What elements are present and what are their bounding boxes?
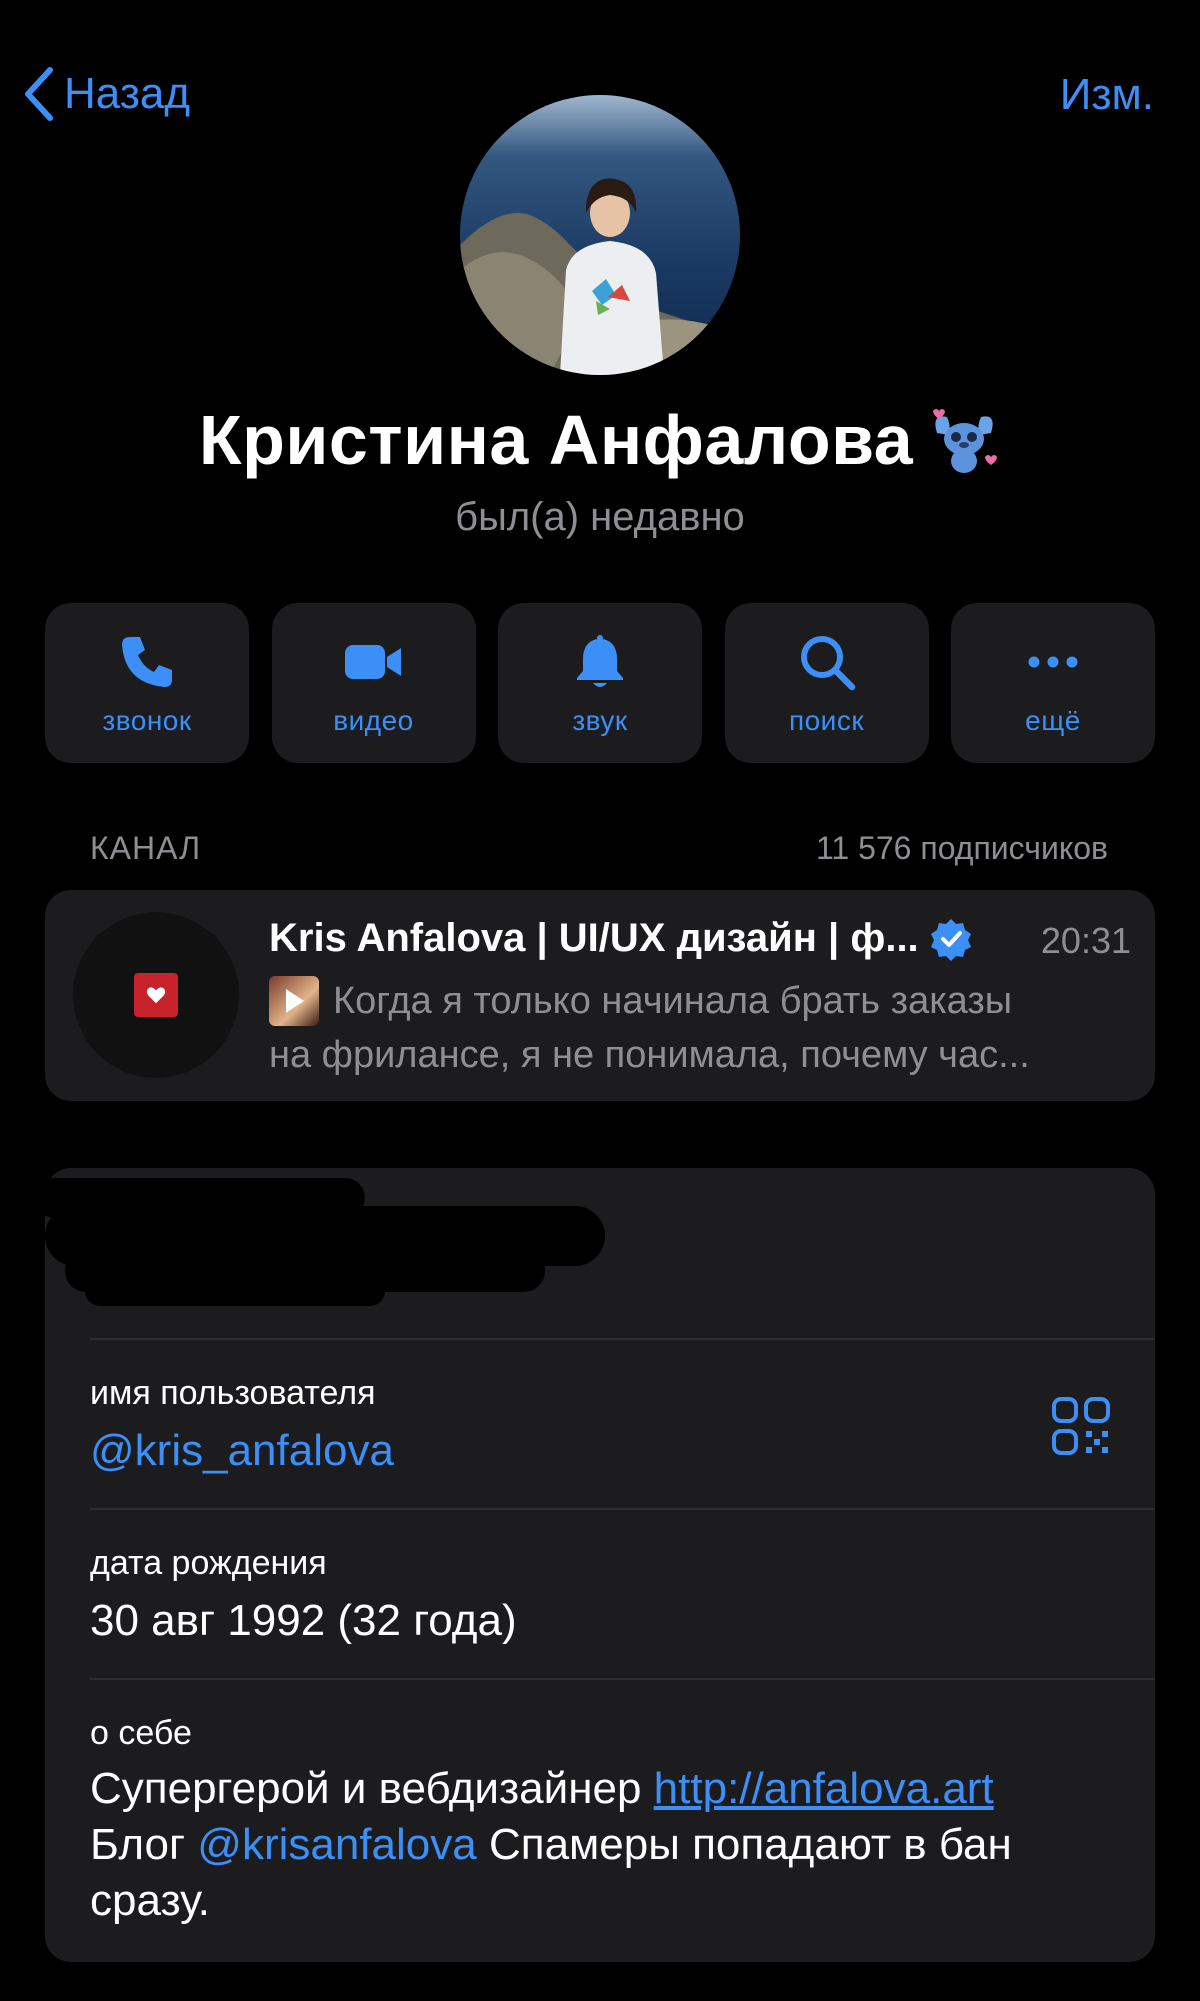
channel-avatar	[73, 912, 239, 1078]
channel-card[interactable]: Kris Anfalova | UI/UX дизайн | ф... 20:3…	[45, 890, 1155, 1101]
phone-icon	[122, 637, 172, 687]
birthday-label: дата рождения	[90, 1544, 327, 1582]
sound-button[interactable]: звук	[498, 603, 702, 763]
back-button[interactable]: Назад	[20, 62, 190, 126]
more-button[interactable]: ещё	[951, 603, 1155, 763]
search-icon	[800, 636, 855, 691]
channel-section-label: КАНАЛ	[90, 830, 202, 866]
divider	[90, 1338, 1155, 1340]
channel-subscribers: 11 576 подписчиков	[815, 830, 1108, 866]
video-button[interactable]: видео	[271, 603, 476, 763]
more-label: ещё	[1025, 705, 1081, 736]
website-link[interactable]: http://anfalova.art	[654, 1764, 994, 1813]
more-icon	[1028, 656, 1078, 668]
username-label: имя пользователя	[90, 1374, 376, 1412]
channel-last-message: Когда я только начинала брать заказы на …	[269, 974, 1129, 1082]
profile-avatar[interactable]	[460, 95, 740, 375]
about-text-part: Блог	[90, 1820, 198, 1869]
video-label: видео	[333, 705, 414, 736]
channel-title: Kris Anfalova | UI/UX дизайн | ф...	[269, 916, 919, 960]
message-thumbnail	[269, 976, 319, 1026]
birthday-value: 30 авг 1992 (32 года)	[90, 1596, 517, 1645]
about-text-part: Супергерой и вебдизайнер	[90, 1764, 654, 1813]
profile-name-row: Кристина Анфалова	[0, 400, 1200, 480]
channel-message-line2: на фрилансе, я не понимала, почему час..…	[269, 1034, 1030, 1076]
search-label: поиск	[788, 705, 865, 736]
heart-logo-icon	[134, 973, 178, 1017]
search-button[interactable]: поиск	[724, 603, 929, 763]
about-label: о себе	[90, 1714, 192, 1752]
verified-badge-icon	[930, 918, 971, 961]
qr-code-icon[interactable]	[1051, 1396, 1111, 1456]
back-label: Назад	[64, 69, 191, 118]
info-card: имя пользователя @kris_anfalova дата рож…	[45, 1168, 1155, 1962]
sound-label: звук	[572, 705, 628, 736]
profile-status: был(а) недавно	[455, 495, 745, 539]
username-value[interactable]: @kris_anfalova	[90, 1426, 394, 1476]
divider	[90, 1508, 1155, 1510]
redacted-region	[85, 1276, 385, 1306]
chevron-left-icon	[25, 67, 53, 121]
divider	[90, 1678, 1155, 1680]
play-icon	[286, 989, 304, 1013]
channel-time: 20:31	[1040, 920, 1131, 961]
mention-link[interactable]: @krisanfalova	[197, 1820, 476, 1869]
channel-title-row: Kris Anfalova | UI/UX дизайн | ф...	[269, 916, 1029, 961]
channel-message-line1: Когда я только начинала брать заказы	[333, 980, 1013, 1022]
stitch-emoji-icon	[933, 409, 998, 473]
about-text: Супергерой и вебдизайнер http://anfalova…	[90, 1761, 1110, 1929]
call-label: звонок	[102, 705, 192, 736]
call-button[interactable]: звонок	[45, 603, 249, 763]
edit-button[interactable]: Изм.	[1060, 70, 1154, 120]
bell-icon	[577, 635, 623, 687]
video-icon	[344, 645, 401, 679]
action-buttons: звонок видео звук поиск ещё	[45, 603, 1155, 763]
profile-name: Кристина Анфалова	[198, 401, 914, 479]
